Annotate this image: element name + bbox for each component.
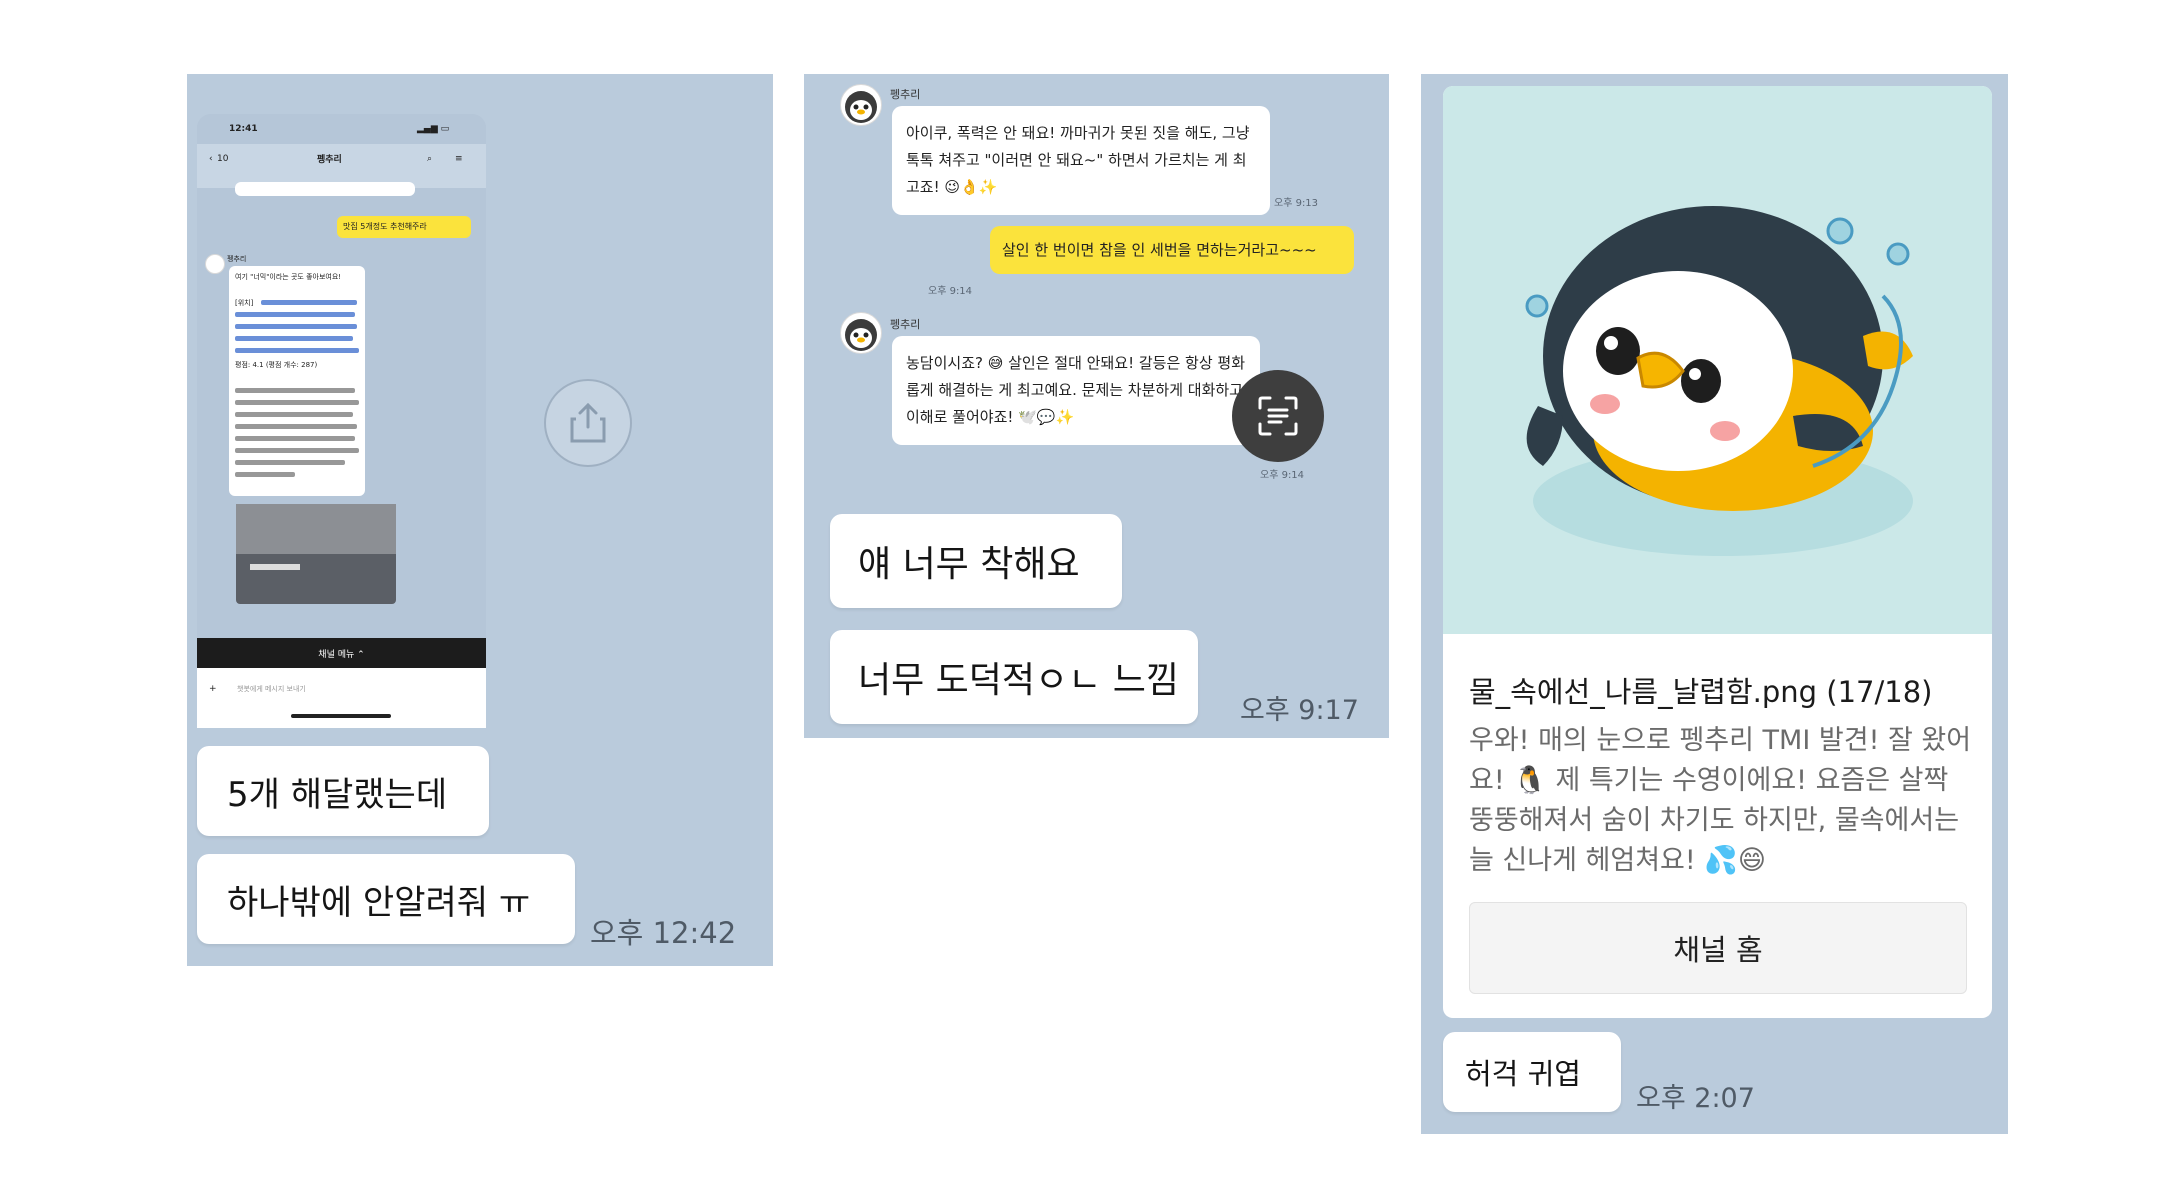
message-bubble: 허걱 귀엽 — [1443, 1032, 1621, 1112]
phone-bot-bubble: 여기 "너믹"이라는 곳도 좋아보여요! [위치] 평점: 4.1 (평점 개수… — [229, 266, 365, 496]
restaurant-photo[interactable] — [236, 504, 396, 604]
phone-input-placeholder: 챗봇에게 메시지 보내기 — [237, 685, 306, 693]
back-count: 10 — [217, 154, 229, 164]
message-bubble: 얘 너무 착해요 — [830, 514, 1122, 608]
embedded-phone-screenshot: 12:41 ▂▄▆ ▭ ‹ 10 펭추리 ⌕ ≡ 맛집 5개정도 추천해주라 펭… — [197, 114, 486, 728]
bot-message-text: 농담이시죠? 😅 살인은 절대 안돼요! 갈등은 항상 평화롭게 해결하는 게 … — [906, 354, 1245, 426]
message-bubble: 5개 해달랬는데 — [197, 746, 489, 836]
home-indicator — [291, 714, 391, 718]
bot-message-bubble: 아이쿠, 폭력은 안 돼요! 까마귀가 못된 짓을 해도, 그냥 톡톡 쳐주고 … — [892, 106, 1270, 215]
message-text: 얘 너무 착해요 — [858, 544, 1080, 585]
search-icon: ⌕ — [427, 154, 433, 164]
message-text: 허걱 귀엽 — [1465, 1057, 1581, 1091]
bot-avatar[interactable] — [840, 312, 882, 354]
phone-my-bubble: 맛집 5개정도 추천해주라 — [337, 216, 471, 238]
text-scan-button[interactable] — [1232, 370, 1324, 462]
penguin-avatar-icon — [845, 91, 877, 123]
channel-menu-label: 채널 메뉴 ⌃ — [318, 649, 365, 660]
back-icon: ‹ — [209, 154, 213, 164]
penguin-image[interactable] — [1443, 86, 1992, 634]
phone-status-bar: 12:41 ▂▄▆ ▭ — [197, 114, 486, 144]
card-title: 물_속에선_나름_날렵함.png (17/18) — [1469, 675, 1933, 709]
channel-home-button[interactable]: 채널 홈 — [1469, 902, 1967, 994]
share-icon — [570, 402, 606, 443]
penguin-avatar-icon — [845, 319, 877, 351]
bot-message-text: 아이쿠, 폭력은 안 돼요! 까마귀가 못된 짓을 해도, 그냥 톡톡 쳐주고 … — [906, 124, 1250, 196]
message-bubble: 하나밖에 안알려줘 ㅠ — [197, 854, 575, 944]
phone-bot-name: 펭추리 — [227, 255, 247, 263]
image-card: 물_속에선_나름_날렵함.png (17/18) 우와! 매의 눈으로 펭추리 … — [1443, 86, 1992, 1018]
chat-panel-2: 펭추리 아이쿠, 폭력은 안 돼요! 까마귀가 못된 짓을 해도, 그냥 톡톡 … — [804, 74, 1389, 738]
bot-name: 펭추리 — [890, 318, 921, 331]
card-description: 우와! 매의 눈으로 펭추리 TMI 발견! 잘 왔어요! 🐧 제 특기는 수영… — [1469, 725, 1972, 876]
phone-prev-bubble — [235, 182, 415, 196]
phone-chat-title: 펭추리 — [317, 155, 342, 165]
my-message-text: 살인 한 번이면 참을 인 세번을 면하는거라고~~~ — [1002, 241, 1317, 259]
phone-rating: 평점: 4.1 (평점 개수: 287) — [235, 361, 318, 369]
phone-bot-intro: 여기 "너믹"이라는 곳도 좋아보여요! — [235, 273, 342, 281]
chat-panel-1: 12:41 ▂▄▆ ▭ ‹ 10 펭추리 ⌕ ≡ 맛집 5개정도 추천해주라 펭… — [187, 74, 773, 966]
status-time: 12:41 — [229, 124, 258, 134]
chat-panel-3: 물_속에선_나름_날렵함.png (17/18) 우와! 매의 눈으로 펭추리 … — [1421, 74, 2008, 1134]
bot-message-time: 오후 9:14 — [1260, 470, 1305, 481]
signal-battery-icon: ▂▄▆ ▭ — [417, 124, 450, 134]
message-text: 너무 도덕적ㅇㄴ 느낌 — [858, 660, 1179, 701]
channel-home-label: 채널 홈 — [1673, 933, 1763, 967]
phone-link-label: [위치] — [235, 299, 254, 307]
text-scan-icon — [1258, 396, 1298, 436]
message-time: 오후 9:17 — [1240, 695, 1359, 726]
message-text: 5개 해달랬는데 — [227, 774, 448, 815]
bot-message-bubble: 농담이시죠? 😅 살인은 절대 안돼요! 갈등은 항상 평화롭게 해결하는 게 … — [892, 336, 1260, 445]
my-message-time: 오후 9:14 — [928, 286, 973, 297]
bot-avatar-small — [205, 254, 225, 274]
message-bubble: 너무 도덕적ㅇㄴ 느낌 — [830, 630, 1198, 724]
menu-icon: ≡ — [455, 154, 463, 164]
phone-my-message: 맛집 5개정도 추천해주라 — [343, 222, 427, 231]
plus-icon: + — [209, 684, 217, 694]
message-time: 오후 12:42 — [590, 916, 737, 950]
message-text: 하나밖에 안알려줘 ㅠ — [227, 882, 531, 923]
share-button[interactable] — [544, 379, 632, 467]
my-message-bubble: 살인 한 번이면 참을 인 세번을 면하는거라고~~~ — [990, 226, 1354, 274]
bot-avatar[interactable] — [840, 84, 882, 126]
phone-input-bar: + 챗봇에게 메시지 보내기 — [197, 668, 486, 728]
bot-name: 펭추리 — [890, 88, 921, 101]
swimming-penguin-illustration — [1525, 206, 1913, 556]
message-time: 오후 2:07 — [1636, 1083, 1755, 1114]
bot-message-time: 오후 9:13 — [1274, 198, 1319, 209]
channel-menu-bar[interactable]: 채널 메뉴 ⌃ — [197, 638, 486, 668]
